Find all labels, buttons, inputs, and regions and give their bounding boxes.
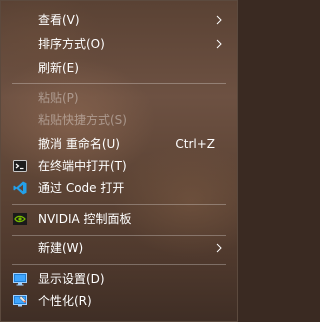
menu-item-refresh[interactable]: 刷新(E) bbox=[2, 57, 236, 79]
menu-item-undo-rename[interactable]: 撤消 重命名(U) Ctrl+Z bbox=[2, 133, 236, 155]
terminal-icon bbox=[13, 160, 27, 172]
menu-item-new-label: 新建(W) bbox=[38, 241, 84, 255]
chevron-right-icon bbox=[216, 243, 222, 253]
menu-separator bbox=[12, 264, 226, 265]
menu-item-display-settings-label: 显示设置(D) bbox=[38, 272, 105, 286]
nvidia-icon bbox=[13, 213, 27, 225]
menu-separator bbox=[12, 235, 226, 236]
menu-item-display-settings[interactable]: 显示设置(D) bbox=[2, 268, 236, 290]
menu-item-open-terminal-label: 在终端中打开(T) bbox=[38, 159, 127, 173]
desktop-context-menu: 查看(V) 排序方式(O) 刷新(E) 粘贴(P) 粘贴快捷方式(S) 撤消 重… bbox=[0, 0, 238, 322]
menu-separator bbox=[12, 204, 226, 205]
menu-item-undo-rename-label: 撤消 重命名(U) bbox=[38, 137, 120, 151]
menu-item-paste-label: 粘贴(P) bbox=[38, 91, 79, 105]
menu-separator bbox=[12, 83, 226, 84]
menu-item-open-vscode[interactable]: 通过 Code 打开 bbox=[2, 177, 236, 199]
menu-item-open-vscode-label: 通过 Code 打开 bbox=[38, 181, 125, 195]
menu-item-open-terminal[interactable]: 在终端中打开(T) bbox=[2, 155, 236, 177]
menu-item-personalize-label: 个性化(R) bbox=[38, 294, 92, 308]
chevron-right-icon bbox=[216, 15, 222, 25]
menu-item-view-label: 查看(V) bbox=[38, 13, 80, 27]
personalize-icon bbox=[13, 295, 27, 307]
display-settings-icon bbox=[13, 273, 27, 286]
menu-item-personalize[interactable]: 个性化(R) bbox=[2, 290, 236, 312]
shortcut-text: Ctrl+Z bbox=[175, 137, 215, 151]
menu-item-paste: 粘贴(P) bbox=[2, 87, 236, 109]
menu-item-paste-shortcut-label: 粘贴快捷方式(S) bbox=[38, 113, 127, 127]
menu-item-paste-shortcut: 粘贴快捷方式(S) bbox=[2, 109, 236, 131]
vscode-icon bbox=[13, 181, 27, 195]
menu-item-nvidia-control-panel[interactable]: NVIDIA 控制面板 bbox=[2, 208, 236, 230]
menu-item-refresh-label: 刷新(E) bbox=[38, 61, 79, 75]
menu-item-sort-label: 排序方式(O) bbox=[38, 37, 105, 51]
menu-item-new[interactable]: 新建(W) bbox=[2, 237, 236, 259]
chevron-right-icon bbox=[216, 39, 222, 49]
menu-item-nvidia-label: NVIDIA 控制面板 bbox=[38, 212, 132, 226]
menu-item-sort[interactable]: 排序方式(O) bbox=[2, 33, 236, 55]
menu-item-view[interactable]: 查看(V) bbox=[2, 9, 236, 31]
